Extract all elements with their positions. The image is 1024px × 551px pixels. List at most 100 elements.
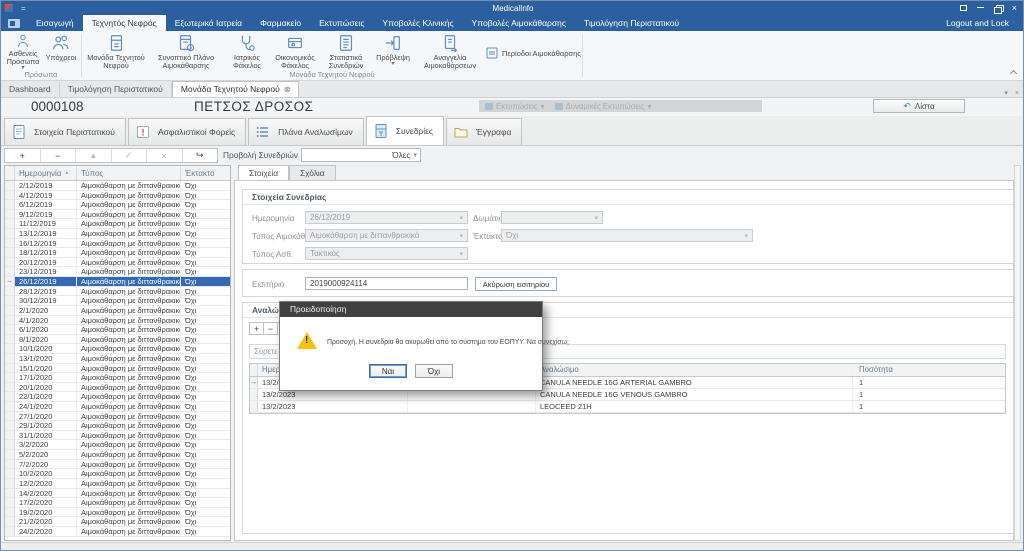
session-stats-button[interactable]: Στατιστικά Συνεδριών xyxy=(322,33,370,71)
detail-tab-stoixeia[interactable]: Στοιχεία xyxy=(238,165,289,180)
room-field[interactable]: ▾ xyxy=(501,211,603,224)
yes-button[interactable]: Ναι xyxy=(369,364,407,378)
session-row[interactable]: 23/12/2019Αιμοκάθαρση με διττανθρακικάΌχ… xyxy=(5,267,230,277)
tab-scroll-icon[interactable]: ▾ xyxy=(1004,89,1008,97)
tab-close-icon[interactable]: × xyxy=(1015,90,1019,97)
session-row[interactable]: 22/1/2020Αιμοκάθαρση με διττανθρακικάΌχι xyxy=(5,392,230,402)
date-field[interactable]: 26/12/2019▾ xyxy=(305,211,468,224)
vertical-scrollbar[interactable] xyxy=(1014,165,1021,541)
ribbon-tab-eisagogi[interactable]: Εισαγωγή xyxy=(27,15,83,31)
session-row[interactable]: 16/12/2019Αιμοκάθαρση με διττανθρακικάΌχ… xyxy=(5,239,230,249)
session-row[interactable]: 2/1/2020Αιμοκάθαρση με διττανθρακικάΌχι xyxy=(5,306,230,316)
file-button[interactable] xyxy=(1,15,27,31)
cancel-edit-button[interactable]: × xyxy=(147,149,183,162)
session-view-combo[interactable]: Όλες ▾ xyxy=(301,148,421,162)
quick-access-toggle[interactable]: = xyxy=(21,4,26,13)
add-record-button[interactable]: + xyxy=(5,149,41,162)
tab-eggrafa[interactable]: Έγγραφα xyxy=(446,118,522,145)
session-row[interactable]: 24/1/2020Αιμοκάθαρση με διττανθρακικάΌχι xyxy=(5,402,230,412)
session-row[interactable]: 19/2/2020Αιμοκάθαρση με διττανθρακικάΌχι xyxy=(5,508,230,518)
session-row[interactable]: 15/1/2020Αιμοκάθαρση με διττανθρακικάΌχι xyxy=(5,364,230,374)
ticket-input[interactable]: 2019000924114 xyxy=(305,277,468,290)
edit-record-button[interactable]: ▴ xyxy=(76,149,112,162)
column-header-extra[interactable]: Έκτακτο xyxy=(181,166,230,180)
ribbon-collapse-icon[interactable] xyxy=(1010,69,1017,76)
patients-button[interactable]: Ασθενείς Πρόσωπα ▾ xyxy=(3,33,43,71)
column-header-type[interactable]: Τύπος xyxy=(77,166,181,180)
tab-stoixeia-peristatikou[interactable]: Στοιχεία Περιστατικού xyxy=(4,118,126,145)
detail-tab-sxolia[interactable]: Σχόλια xyxy=(289,165,336,180)
session-row[interactable]: 24/2/2020Αιμοκάθαρση με διττανθρακικάΌχι xyxy=(5,527,230,537)
medical-file-button[interactable]: Ιατρικός Φάκελος xyxy=(226,33,268,71)
delete-record-button[interactable]: − xyxy=(41,149,77,162)
ribbon-tab-ektyposeis[interactable]: Εκτυπώσεις xyxy=(310,15,373,31)
logout-and-lock-button[interactable]: Logout and Lock ▾ xyxy=(946,15,1024,31)
session-row[interactable]: 6/1/2020Αιμοκάθαρση με διττανθρακικάΌχι xyxy=(5,325,230,335)
session-row[interactable]: 20/12/2019Αιμοκάθαρση με διττανθρακικάΌχ… xyxy=(5,258,230,268)
session-row[interactable]: 3/2/2020Αιμοκάθαρση με διττανθρακικάΌχι xyxy=(5,440,230,450)
close-button[interactable]: × xyxy=(1012,4,1017,13)
patient-type-field[interactable]: Τακτικός▾ xyxy=(305,247,468,260)
column-header-quantity[interactable]: Ποσότητα xyxy=(853,364,1005,376)
announcement-button[interactable]: Αναγγελία Αιμοκαθάρσεων xyxy=(418,33,482,71)
session-row[interactable]: 10/1/2020Αιμοκάθαρση με διττανθρακικάΌχι xyxy=(5,344,230,354)
restore-button[interactable] xyxy=(994,5,1002,12)
print-button-disabled[interactable]: Εκτυπώσεις▾ xyxy=(485,102,545,111)
session-row[interactable]: 17/1/2020Αιμοκάθαρση με διττανθρακικάΌχι xyxy=(5,373,230,383)
ribbon-tab-texnitos-nefros[interactable]: Τεχνητός Νεφρός xyxy=(83,15,166,31)
session-row[interactable]: 30/12/2019Αιμοκάθαρση με διττανθρακικάΌχ… xyxy=(5,296,230,306)
session-row[interactable]: 13/1/2020Αιμοκάθαρση με διττανθρακικάΌχι xyxy=(5,354,230,364)
session-row[interactable]: 12/2/2020Αιμοκάθαρση με διττανθρακικάΌχι xyxy=(5,479,230,489)
session-row[interactable]: 28/12/2019Αιμοκάθαρση με διττανθρακικάΌχ… xyxy=(5,287,230,297)
list-button[interactable]: ↶ Λίστα xyxy=(873,99,965,113)
session-row[interactable]: 18/12/2019Αιμοκάθαρση με διττανθρακικάΌχ… xyxy=(5,248,230,258)
session-row[interactable]: 14/2/2020Αιμοκάθαρση με διττανθρακικάΌχι xyxy=(5,489,230,499)
ribbon-tab-ypovoles-aimokatharsis[interactable]: Υποβολές Αιμοκάθαρσης xyxy=(463,15,575,31)
refresh-button[interactable]: ↪ xyxy=(183,149,218,162)
session-row[interactable]: 2/12/2019Αιμοκάθαρση με διττανθρακικάΌχι xyxy=(5,181,230,191)
dialysis-type-field[interactable]: Αιμοκάθαρση με διττανθρακικά▾ xyxy=(305,229,468,242)
session-row[interactable]: 31/1/2020Αιμοκάθαρση με διττανθρακικάΌχι xyxy=(5,431,230,441)
session-row[interactable]: 9/12/2019Αιμοκάθαρση με διττανθρακικάΌχι xyxy=(5,210,230,220)
unit-button[interactable]: Μονάδα Τεχνητού Νεφρού xyxy=(86,33,146,71)
minimize-button[interactable] xyxy=(977,7,984,8)
add-consumable-button[interactable]: + xyxy=(249,322,264,335)
session-row[interactable]: 11/12/2019Αιμοκάθαρση με διττανθρακικάΌχ… xyxy=(5,219,230,229)
session-row[interactable]: 8/1/2020Αιμοκάθαρση με διττανθρακικάΌχι xyxy=(5,335,230,345)
session-row[interactable]: 4/1/2020Αιμοκάθαρση με διττανθρακικάΌχι xyxy=(5,316,230,326)
tab-plana-analosimon[interactable]: Πλάνα Αναλωσίμων xyxy=(248,118,364,145)
session-row[interactable]: 21/2/2020Αιμοκάθαρση με διττανθρακικάΌχι xyxy=(5,517,230,527)
session-row[interactable]: 27/1/2020Αιμοκάθαρση με διττανθρακικάΌχι xyxy=(5,412,230,422)
tab-asfalistikoi-foreis[interactable]: ! Ασφαλιστικοί Φορείς xyxy=(128,118,246,145)
session-row[interactable]: 29/1/2020Αιμοκάθαρση με διττανθρακικάΌχι xyxy=(5,421,230,431)
doc-tab-dashboard[interactable]: Dashboard xyxy=(1,82,60,97)
close-tab-icon[interactable]: ⊗ xyxy=(284,85,291,94)
app-icon[interactable] xyxy=(5,4,13,12)
session-row[interactable]: →26/12/2019Αιμοκάθαρση με διττανθρακικάΌ… xyxy=(5,277,230,287)
ribbon-tab-exoterika-iatreia[interactable]: Εξωτερικά Ιατρεία xyxy=(166,15,251,31)
session-row[interactable]: 13/12/2019Αιμοκάθαρση με διττανθρακικάΌχ… xyxy=(5,229,230,239)
financial-file-button[interactable]: Οικονομικός Φάκελος xyxy=(270,33,320,71)
cancel-ticket-button[interactable]: Ακύρωση εισιτηρίου xyxy=(475,277,557,291)
session-row[interactable]: 20/1/2020Αιμοκάθαρση με διττανθρακικάΌχι xyxy=(5,383,230,393)
column-header-item[interactable]: Αναλώσιμο xyxy=(536,364,853,376)
session-row[interactable]: 5/2/2020Αιμοκάθαρση με διττανθρακικάΌχι xyxy=(5,450,230,460)
ribbon-tab-ypovoles-klinikis[interactable]: Υποβολές Κλινικής xyxy=(373,15,462,31)
session-row[interactable]: 17/2/2020Αιμοκάθαρση με διττανθρακικάΌχι xyxy=(5,498,230,508)
doc-tab-monada[interactable]: Μονάδα Τεχνητού Νεφρού ⊗ xyxy=(172,81,300,97)
session-row[interactable]: 7/2/2020Αιμοκάθαρση με διττανθρακικάΌχι xyxy=(5,460,230,470)
extra-field[interactable]: Όχι▾ xyxy=(501,229,753,242)
tab-synedries[interactable]: Συνεδρίες xyxy=(366,116,444,145)
consumable-row[interactable]: 13/2/2023LEOCEED 21H1 xyxy=(250,401,1005,413)
dynamic-print-button-disabled[interactable]: Δυναμικές Εκτυπώσεις▾ xyxy=(555,102,652,111)
obligors-button[interactable]: Υπόχρεοι xyxy=(43,33,79,71)
no-button[interactable]: Όχι xyxy=(415,364,453,378)
column-header-date[interactable]: Ημερομηνία ▲ xyxy=(15,166,77,180)
dialysis-periods-item[interactable]: Περίοδοι Αιμοκάθαρσης xyxy=(486,47,581,59)
session-row[interactable]: 6/12/2019Αιμοκάθαρση με διττανθρακικάΌχι xyxy=(5,200,230,210)
forecast-button[interactable]: Πρόβλεψη ▾ xyxy=(372,33,414,71)
summary-plan-button[interactable]: Συνοπτικό Πλάνο Αιμοκάθαρσης xyxy=(148,33,224,71)
ribbon-tab-timologisi[interactable]: Τιμολόγηση Περιστατικού xyxy=(575,15,688,31)
session-row[interactable]: 4/12/2019Αιμοκάθαρση με διττανθρακικάΌχι xyxy=(5,191,230,201)
confirm-edit-button[interactable]: ✓ xyxy=(112,149,148,162)
